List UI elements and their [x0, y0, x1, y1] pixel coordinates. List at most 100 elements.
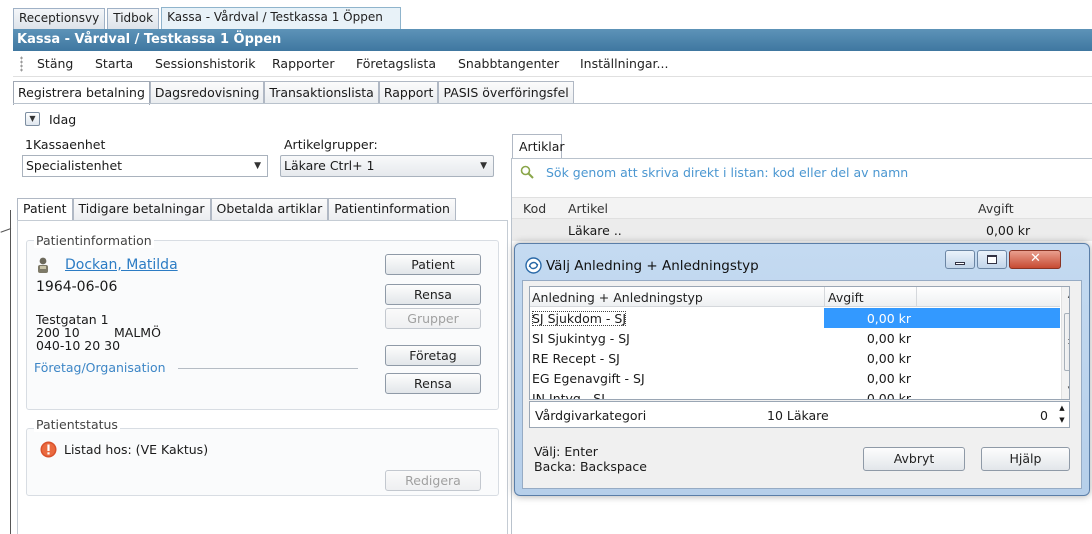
- tab-patient[interactable]: Patient: [17, 198, 73, 221]
- menu-stang[interactable]: Stäng: [37, 56, 73, 71]
- row-artikel: Läkare ..: [568, 223, 622, 238]
- col-kod[interactable]: Kod: [523, 201, 546, 216]
- tab-pasis-overforingsfel[interactable]: PASIS överföringsfel: [438, 81, 574, 104]
- tab-patientinformation[interactable]: Patientinformation: [328, 198, 456, 220]
- patient-name-link[interactable]: Dockan, Matilda: [65, 257, 178, 273]
- listad-hos-text: Listad hos: (VE Kaktus): [64, 442, 209, 457]
- doc-tab-receptionsvy[interactable]: Receptionsvy: [13, 8, 106, 29]
- patient-button[interactable]: Patient: [385, 254, 481, 275]
- search-icon: [520, 165, 534, 179]
- window-title: Kassa - Vårdval / Testkassa 1 Öppen: [13, 29, 1092, 51]
- warning-icon: [40, 441, 57, 458]
- list-item[interactable]: SJ Sjukdom - SJ 0,00 kr: [530, 308, 1060, 328]
- chevron-down-icon[interactable]: ▼: [25, 112, 40, 126]
- artikelgrupper-label: Artikelgrupper:: [284, 137, 378, 152]
- list-scrollbar[interactable]: ▲ ▼: [1061, 287, 1069, 399]
- tab-rapport[interactable]: Rapport: [378, 81, 439, 104]
- col-separator: [824, 287, 825, 307]
- maximize-icon: [987, 255, 997, 264]
- hjalp-button[interactable]: Hjälp: [981, 447, 1070, 471]
- hint-enter: Välj: Enter: [534, 444, 598, 459]
- artikel-search-hint[interactable]: Sök genom att skriva direkt i listan: ko…: [546, 165, 908, 180]
- anledning-fee: 0,00 kr: [866, 391, 911, 400]
- list-item[interactable]: RE Recept - SJ 0,00 kr: [530, 348, 1060, 368]
- count-stepper[interactable]: ▲ ▼: [1055, 402, 1069, 427]
- foretag-organisation-label: Företag/Organisation: [34, 360, 166, 375]
- anledning-name: EG Egenavgift - SJ: [532, 371, 645, 386]
- patientstatus-title: Patientstatus: [34, 417, 120, 432]
- vardgivarkategori-count[interactable]: 0: [1040, 408, 1048, 423]
- artiklar-tab-divider: [511, 158, 1092, 159]
- patient-tabs: Patient Tidigare betalningar Obetalda ar…: [17, 198, 456, 221]
- doc-tab-kassa[interactable]: Kassa - Vårdval / Testkassa 1 Öppen: [161, 7, 402, 29]
- list-item[interactable]: SI Sjukintyg - SJ 0,00 kr: [530, 328, 1060, 348]
- anledning-name: SI Sjukintyg - SJ: [532, 331, 630, 346]
- kassaenhet-select[interactable]: Specialistenhet ▼: [22, 155, 268, 177]
- anledning-fee: 0,00 kr: [866, 311, 911, 326]
- anledning-fee: 0,00 kr: [866, 371, 911, 386]
- minimize-icon: [955, 262, 965, 265]
- tab-dagsredovisning[interactable]: Dagsredovisning: [149, 81, 265, 104]
- anledning-list[interactable]: Anledning + Anledningstyp Avgift SJ Sjuk…: [529, 286, 1070, 400]
- chevron-down-icon: ▼: [480, 161, 487, 171]
- tab-transaktionslista[interactable]: Transaktionslista: [264, 81, 379, 104]
- col-avgift[interactable]: Avgift: [828, 290, 864, 305]
- tab-obetalda-artiklar[interactable]: Obetalda artiklar: [210, 198, 329, 220]
- patient-dob: 1964-06-06: [36, 279, 118, 295]
- minimize-button[interactable]: [945, 250, 975, 269]
- anledning-name: IN Intyg - SJ: [532, 391, 605, 400]
- scroll-up-icon[interactable]: ▲: [1062, 291, 1069, 299]
- menu-installningar[interactable]: Inställningar...: [580, 56, 668, 71]
- scroll-down-icon[interactable]: ▼: [1062, 385, 1069, 393]
- grupper-button[interactable]: Grupper: [385, 308, 481, 329]
- row-avgift: 0,00 kr: [986, 223, 1031, 238]
- close-button[interactable]: ✕: [1009, 250, 1061, 269]
- rensa-button[interactable]: Rensa: [385, 284, 481, 305]
- artikelgrupper-select[interactable]: Läkare Ctrl+ 1 ▼: [280, 155, 494, 177]
- col-separator: [916, 287, 917, 307]
- list-item[interactable]: IN Intyg - SJ 0,00 kr: [530, 388, 1060, 400]
- anledning-name: SJ Sjukdom - SJ: [532, 311, 627, 326]
- patientinfo-title: Patientinformation: [34, 233, 154, 248]
- vardgivarkategori-value: 10 Läkare: [767, 408, 829, 423]
- list-header: Anledning + Anledningstyp Avgift: [530, 287, 1060, 307]
- tab-tidigare-betalningar[interactable]: Tidigare betalningar: [72, 198, 211, 220]
- table-row[interactable]: Läkare .. 0,00 kr: [512, 219, 1092, 241]
- hint-backspace: Backa: Backspace: [534, 459, 647, 474]
- dialog-body: Anledning + Anledningstyp Avgift SJ Sjuk…: [522, 280, 1082, 489]
- menu-foretagslista[interactable]: Företagslista: [356, 56, 436, 71]
- foretag-button[interactable]: Företag: [385, 345, 481, 366]
- rensa-foretag-button[interactable]: Rensa: [385, 373, 481, 394]
- col-anledning[interactable]: Anledning + Anledningstyp: [532, 290, 703, 305]
- maximize-button[interactable]: [977, 250, 1007, 269]
- menu-rapporter[interactable]: Rapporter: [272, 56, 334, 71]
- col-avgift[interactable]: Avgift: [978, 201, 1014, 216]
- artikelgrupper-value: Läkare Ctrl+ 1: [284, 158, 375, 173]
- tab-artiklar[interactable]: Artiklar: [512, 134, 565, 159]
- menu-snabbtangenter[interactable]: Snabbtangenter: [458, 56, 559, 71]
- menu-bar: Stäng Starta Sessionshistorik Rapporter …: [13, 51, 1092, 77]
- list-item[interactable]: EG Egenavgift - SJ 0,00 kr: [530, 368, 1060, 388]
- scroll-thumb[interactable]: [1064, 313, 1069, 371]
- stepper-up-icon[interactable]: ▲: [1055, 402, 1069, 414]
- patient-city: MALMÖ: [114, 325, 161, 340]
- patient-panel: Patientinformation Dockan, Matilda 1964-…: [17, 220, 508, 534]
- anledning-dialog: Välj Anledning + Anledningstyp ✕ Anledni…: [514, 243, 1090, 496]
- doc-tab-tidbok[interactable]: Tidbok: [107, 8, 160, 29]
- menu-sessionshistorik[interactable]: Sessionshistorik: [155, 56, 256, 71]
- redigera-button[interactable]: Redigera: [385, 470, 481, 491]
- tab-registrera-betalning[interactable]: Registrera betalning: [13, 81, 150, 105]
- vardgivarkategori-row: Vårdgivarkategori 10 Läkare 0 ▲ ▼: [529, 401, 1070, 428]
- toolbar-grip: [20, 56, 23, 72]
- menu-starta[interactable]: Starta: [95, 56, 133, 71]
- stepper-down-icon[interactable]: ▼: [1055, 414, 1069, 426]
- function-tabs: Registrera betalning Dagsredovisning Tra…: [13, 81, 574, 105]
- window-left-edge: [10, 210, 11, 534]
- app-logo-icon: [525, 257, 542, 274]
- tab-divider: [13, 103, 1092, 104]
- col-artikel[interactable]: Artikel: [568, 201, 608, 216]
- avbryt-button[interactable]: Avbryt: [863, 447, 965, 471]
- document-tabs: Receptionsvy Tidbok Kassa - Vårdval / Te…: [13, 7, 1092, 29]
- anledning-fee: 0,00 kr: [866, 351, 911, 366]
- anledning-name: RE Recept - SJ: [532, 351, 620, 366]
